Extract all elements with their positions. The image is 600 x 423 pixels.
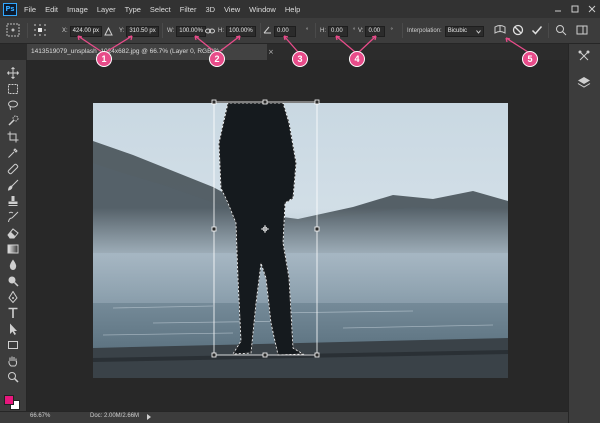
status-bar: 66.67% Doc: 2.00M/2.66M [0, 411, 568, 423]
zoom-level[interactable]: 66.67% [30, 413, 50, 419]
callout-arrows [77, 35, 529, 53]
callout-2: 2 [209, 51, 225, 67]
gradient-icon[interactable] [4, 242, 22, 256]
document-size: Doc: 2.00M/2.66M [90, 413, 140, 419]
path-select-icon[interactable] [4, 322, 22, 336]
brush-icon[interactable] [4, 178, 22, 192]
callout-5: 5 [522, 51, 538, 67]
lasso-icon[interactable] [4, 98, 22, 112]
eraser-icon[interactable] [4, 226, 22, 240]
collapsed-panels [568, 44, 600, 423]
type-icon[interactable] [4, 306, 22, 320]
callout-3: 3 [292, 51, 308, 67]
transform-bounding-box[interactable] [205, 96, 335, 360]
status-arrow-icon[interactable] [146, 413, 152, 423]
blur-icon[interactable] [4, 258, 22, 272]
dodge-icon[interactable] [4, 274, 22, 288]
eyedropper-icon[interactable] [4, 146, 22, 160]
zoom-icon[interactable] [4, 370, 22, 384]
color-swatches[interactable] [4, 395, 24, 410]
callout-1: 1 [96, 51, 112, 67]
healing-icon[interactable] [4, 162, 22, 176]
stamp-icon[interactable] [4, 194, 22, 208]
hand-icon[interactable] [4, 354, 22, 368]
foreground-color-swatch[interactable] [4, 395, 14, 405]
callout-4: 4 [349, 51, 365, 67]
marquee-icon[interactable] [4, 82, 22, 96]
history-brush-icon[interactable] [4, 210, 22, 224]
crop-icon[interactable] [4, 130, 22, 144]
quick-select-icon[interactable] [4, 114, 22, 128]
pen-icon[interactable] [4, 290, 22, 304]
rectangle-icon[interactable] [4, 338, 22, 352]
